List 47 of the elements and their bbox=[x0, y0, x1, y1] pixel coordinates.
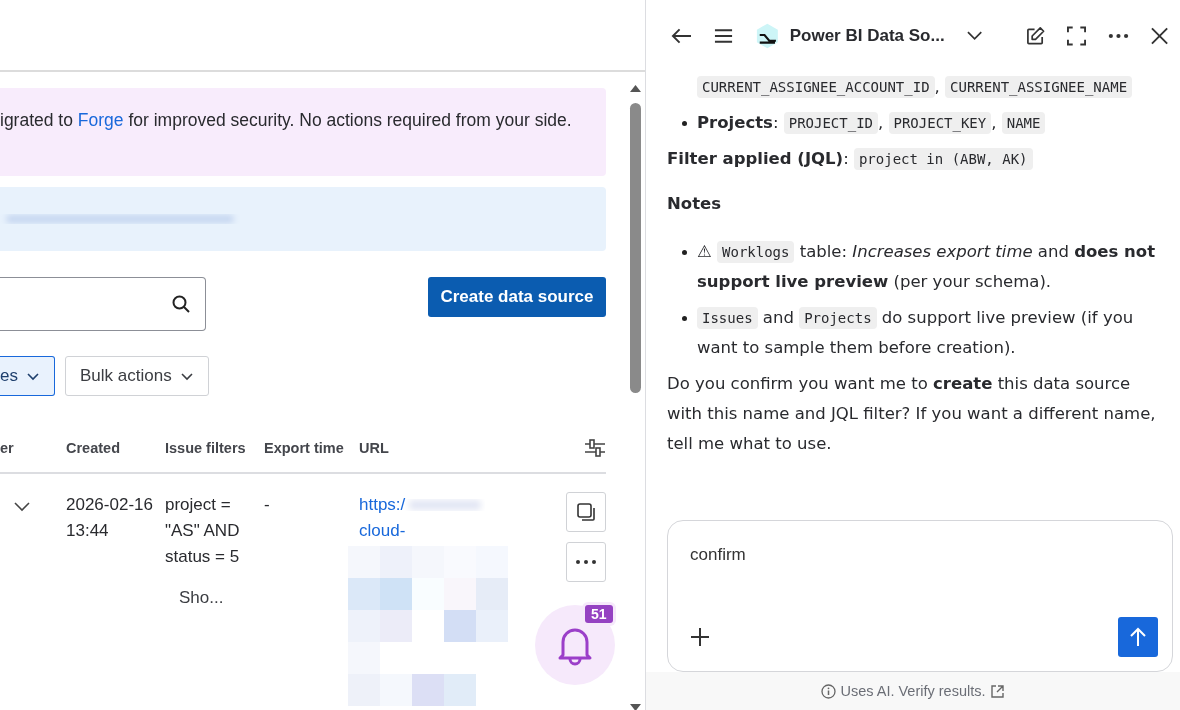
expand-chevron-icon[interactable] bbox=[14, 502, 30, 512]
edit-icon[interactable] bbox=[1025, 26, 1045, 46]
back-arrow-icon[interactable] bbox=[671, 27, 692, 45]
arrow-up-icon bbox=[1130, 627, 1146, 647]
column-header: Created bbox=[66, 439, 121, 458]
search-field[interactable] bbox=[0, 277, 206, 331]
column-header: URL bbox=[359, 439, 390, 458]
copy-icon bbox=[576, 502, 596, 522]
agent-logo-icon bbox=[754, 22, 780, 50]
expand-icon[interactable] bbox=[1066, 26, 1086, 46]
table-cell: - bbox=[264, 495, 270, 514]
table-cell: 2026-02-16 13:44 bbox=[66, 495, 153, 540]
search-icon bbox=[171, 294, 191, 314]
message-paragraph: CURRENT_ASSIGNEE_ACCOUNT_ID , CURRENT_ASSIGNEE_NAME bbox=[697, 72, 1158, 102]
menu-icon[interactable] bbox=[713, 28, 733, 44]
send-button[interactable] bbox=[1118, 617, 1158, 657]
bulk-actions-dropdown[interactable]: Bulk actions bbox=[64, 356, 209, 396]
bullet-item: ⚠ Worklogs table: Increases export time and does not support live preview (per your schema). bbox=[697, 240, 1157, 293]
message-paragraph: Do you confirm you want me to create this data source with this name and JQL filter? If you want a different name, tell me what to use. bbox=[667, 373, 1157, 455]
bullet-item: Projects: PROJECT_ID , PROJECT_KEY , NAME bbox=[697, 108, 1158, 138]
section-heading: Notes bbox=[667, 193, 723, 215]
more-options-button[interactable] bbox=[566, 542, 606, 582]
info-icon bbox=[821, 683, 837, 699]
ai-disclaimer: Uses AI. Verify results. bbox=[840, 683, 986, 699]
column-header: Issue filters bbox=[165, 439, 247, 458]
table-cell-text: project = "AS" AND status = 5 bbox=[165, 494, 241, 568]
copy-button[interactable] bbox=[566, 492, 606, 532]
filter-dropdown[interactable]: es bbox=[0, 356, 55, 396]
add-icon[interactable] bbox=[690, 627, 710, 647]
column-header: Export time bbox=[264, 439, 345, 458]
message-paragraph: Filter applied (JQL): project in (ABW, AK) bbox=[667, 144, 1158, 174]
more-icon bbox=[575, 559, 597, 565]
show-more-button[interactable]: Sho... bbox=[179, 588, 224, 608]
more-icon[interactable] bbox=[1107, 33, 1129, 39]
banner-text: igrated to Forge for improved security. No actions required from your side. bbox=[0, 110, 573, 131]
notification-count: 51 bbox=[585, 605, 613, 623]
url-link[interactable]: https:/ bbox=[359, 492, 406, 518]
chevron-down-icon[interactable] bbox=[966, 31, 982, 41]
external-link-icon[interactable] bbox=[989, 683, 1005, 699]
close-icon[interactable] bbox=[1150, 27, 1168, 45]
panel-title: Power BI Data So... bbox=[789, 26, 945, 46]
create-data-source-button[interactable]: Create data source bbox=[428, 277, 606, 317]
column-header: er bbox=[0, 439, 15, 458]
bullet-item: Issues and Projects do support live preview (if you want to sample them before creation). bbox=[697, 306, 1135, 359]
url-link[interactable]: cloud- bbox=[359, 518, 406, 544]
forge-link[interactable]: Forge bbox=[77, 110, 124, 130]
column-settings-icon[interactable] bbox=[584, 438, 606, 458]
